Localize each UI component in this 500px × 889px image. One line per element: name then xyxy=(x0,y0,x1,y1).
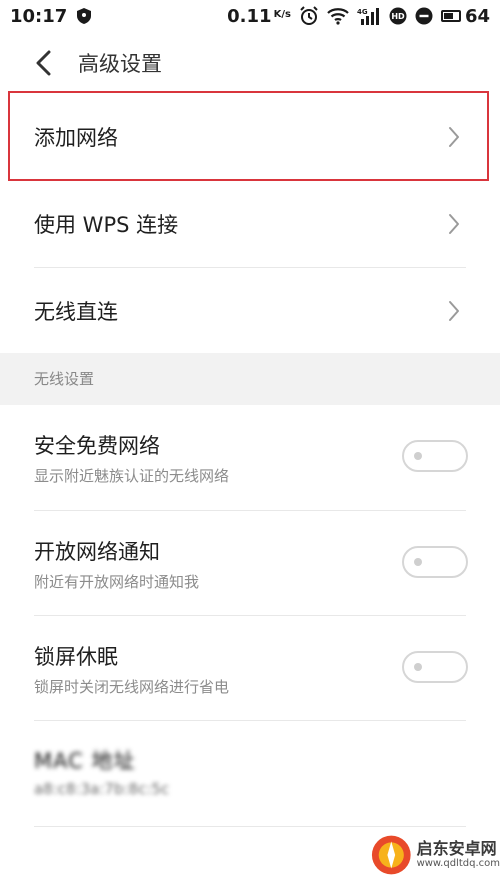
chevron-right-icon xyxy=(448,300,460,322)
battery: 64 xyxy=(440,5,490,27)
open-network-notify-title: 开放网络通知 xyxy=(34,540,160,564)
network-speed: 0.11 K/s xyxy=(227,6,291,27)
watermark-logo-icon xyxy=(371,835,411,874)
wps-connect-label: 使用 WPS 连接 xyxy=(34,213,179,237)
status-right: 0.11 K/s 4G HD 64 xyxy=(227,6,490,27)
secure-free-network-toggle[interactable] xyxy=(402,440,468,472)
wifi-direct-label: 无线直连 xyxy=(34,299,118,324)
lockscreen-sleep-subtitle: 锁屏时关闭无线网络进行省电 xyxy=(34,678,230,696)
add-network-row[interactable]: 添加网络 xyxy=(0,94,500,180)
net-speed-value: 0.11 xyxy=(227,5,272,27)
battery-fill xyxy=(443,13,453,19)
watermark: 启东安卓网 www.qdltdq.com xyxy=(370,820,500,889)
signal-icon: 4G xyxy=(357,7,381,25)
page-title: 高级设置 xyxy=(78,52,162,76)
lockscreen-sleep-toggle[interactable] xyxy=(402,651,468,683)
hd-icon: HD xyxy=(389,7,407,25)
secure-free-network-subtitle: 显示附近魅族认证的无线网络 xyxy=(34,467,230,485)
header: 高级设置 xyxy=(0,32,500,94)
watermark-text: 启东安卓网 www.qdltdq.com xyxy=(417,840,500,869)
open-network-notify-subtitle: 附近有开放网络时通知我 xyxy=(34,573,200,591)
shield-icon xyxy=(77,8,92,24)
network-type: 4G xyxy=(357,8,368,16)
wifi-icon xyxy=(327,7,349,25)
toggle-knob xyxy=(414,452,422,460)
mac-address-title: MAC 地址 xyxy=(34,749,136,773)
back-arrow-icon xyxy=(36,50,51,76)
watermark-url: www.qdltdq.com xyxy=(416,857,500,869)
net-speed-unit: K/s xyxy=(273,8,291,20)
section-header: 无线设置 xyxy=(0,353,500,405)
add-network-label: 添加网络 xyxy=(34,126,118,150)
divider xyxy=(34,720,466,721)
chevron-right-icon xyxy=(448,126,460,148)
watermark-name: 启东安卓网 xyxy=(416,839,497,859)
wps-connect-row[interactable]: 使用 WPS 连接 xyxy=(0,180,500,268)
back-button[interactable] xyxy=(24,43,64,83)
lockscreen-sleep-row[interactable]: 锁屏休眠 锁屏时关闭无线网络进行省电 xyxy=(0,616,500,720)
dnd-icon xyxy=(415,7,433,25)
open-network-notify-toggle[interactable] xyxy=(402,546,468,578)
secure-free-network-title: 安全免费网络 xyxy=(34,434,160,458)
svg-text:HD: HD xyxy=(391,12,405,21)
lockscreen-sleep-title: 锁屏休眠 xyxy=(34,645,118,669)
battery-icon xyxy=(440,10,461,22)
toggle-knob xyxy=(414,558,422,566)
section-label: 无线设置 xyxy=(34,370,95,388)
battery-level: 64 xyxy=(464,5,490,27)
mac-address-value: a8:c8:3a:7b:8c:5c xyxy=(34,780,170,798)
status-time: 10:17 xyxy=(10,5,68,27)
secure-free-network-row[interactable]: 安全免费网络 显示附近魅族认证的无线网络 xyxy=(0,405,500,510)
alarm-icon xyxy=(299,6,319,26)
chevron-right-icon xyxy=(448,213,460,235)
open-network-notify-row[interactable]: 开放网络通知 附近有开放网络时通知我 xyxy=(0,511,500,615)
toggle-knob xyxy=(414,663,422,671)
status-bar: 10:17 0.11 K/s 4G HD 64 xyxy=(0,0,500,32)
wifi-direct-row[interactable]: 无线直连 xyxy=(0,268,500,353)
